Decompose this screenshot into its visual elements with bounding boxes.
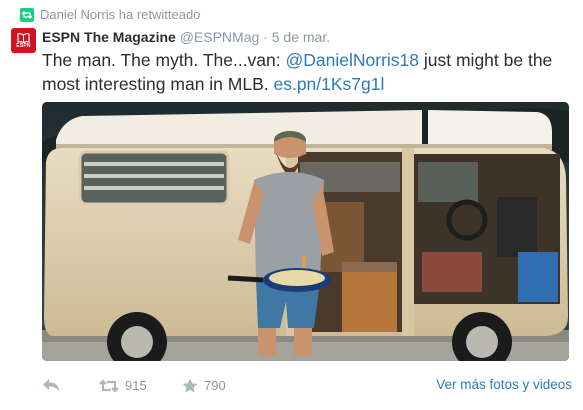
tweet-photo[interactable] bbox=[42, 102, 569, 361]
author-handle[interactable]: @ESPNMag bbox=[180, 29, 260, 45]
tweet-text-part: The man. The myth. The...van: bbox=[42, 50, 286, 70]
favorite-button[interactable]: 790 bbox=[182, 378, 226, 393]
tweet-url-link[interactable]: es.pn/1Ks7g1l bbox=[273, 74, 384, 94]
author-name[interactable]: ESPN The Magazine bbox=[42, 29, 176, 45]
star-icon bbox=[182, 378, 198, 393]
retweet-context-text[interactable]: Daniel Norris ha retwitteado bbox=[40, 7, 200, 22]
reply-icon bbox=[43, 379, 59, 391]
header-separator: · bbox=[263, 29, 268, 45]
favorite-count: 790 bbox=[204, 378, 226, 393]
retweet-context: Daniel Norris ha retwitteado bbox=[20, 7, 200, 22]
tweet-header: ESPN The Magazine @ESPNMag · 5 de mar. bbox=[42, 29, 330, 45]
retweet-badge-icon bbox=[20, 7, 34, 22]
retweet-icon bbox=[99, 378, 119, 393]
mention-link[interactable]: @DanielNorris18 bbox=[286, 50, 420, 70]
photo-of-man-cooking-in-van bbox=[42, 102, 569, 361]
more-photos-link[interactable]: Ver más fotos y videos bbox=[436, 377, 572, 392]
retweet-count: 915 bbox=[125, 378, 147, 393]
tweet-text: The man. The myth. The...van: @DanielNor… bbox=[42, 48, 572, 96]
retweet-button[interactable]: 915 bbox=[99, 378, 147, 393]
tweet-actions: 915 790 Ver más fotos y videos bbox=[42, 372, 572, 400]
tweet-date[interactable]: 5 de mar. bbox=[272, 29, 330, 45]
reply-button[interactable] bbox=[42, 378, 60, 392]
espn-logo-icon bbox=[17, 32, 30, 43]
avatar[interactable]: ESPN bbox=[11, 28, 36, 53]
avatar-label: ESPN bbox=[16, 42, 31, 49]
